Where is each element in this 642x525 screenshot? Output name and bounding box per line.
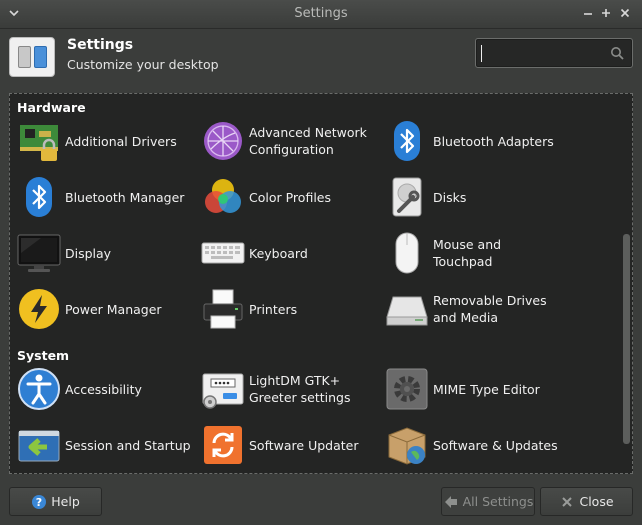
help-button[interactable]: ? Help [9, 487, 102, 516]
page-title: Settings [67, 37, 134, 53]
disk-wrench-icon [392, 177, 422, 217]
gear-icon [386, 368, 428, 410]
help-button-label: Help [51, 494, 80, 509]
svg-text:?: ? [36, 496, 42, 509]
bluetooth-icon [26, 177, 52, 217]
greeter-icon [202, 373, 244, 409]
section-title-system: System [17, 348, 70, 363]
item-label: Power Manager [65, 301, 162, 317]
item-printers[interactable]: Printers [201, 285, 379, 333]
item-display[interactable]: Display [17, 229, 195, 277]
item-label: Mouse and Touchpad [433, 237, 502, 269]
item-advanced-network-configuration[interactable]: Advanced Network Configuration [201, 117, 379, 165]
back-arrow-icon [444, 495, 457, 508]
keyboard-icon [201, 242, 245, 264]
maximize-icon[interactable] [598, 5, 614, 21]
accessibility-icon [18, 368, 60, 410]
item-label: Removable Drives and Media [433, 293, 547, 325]
close-button-label: Close [579, 494, 614, 509]
item-label: LightDM GTK+ Greeter settings [249, 373, 351, 405]
drive-icon [386, 296, 428, 326]
item-label: Software Updater [249, 437, 359, 453]
item-bluetooth-adapters[interactable]: Bluetooth Adapters [385, 117, 563, 165]
close-button[interactable]: Close [540, 487, 633, 516]
item-removable-drives-and-media[interactable]: Removable Drives and Media [385, 285, 563, 333]
item-disks[interactable]: Disks [385, 173, 563, 221]
item-software-updater[interactable]: Software Updater [201, 421, 379, 469]
page-subtitle: Customize your desktop [67, 57, 219, 72]
item-lightdm-gtk-greeter-settings[interactable]: LightDM GTK+ Greeter settings [201, 365, 379, 413]
section-title-hardware: Hardware [17, 100, 86, 115]
item-label: Display [65, 245, 112, 261]
item-keyboard[interactable]: Keyboard [201, 229, 379, 277]
item-label: Additional Drivers [65, 133, 177, 149]
item-label: Keyboard [249, 245, 308, 261]
item-bluetooth-manager[interactable]: Bluetooth Manager [17, 173, 195, 221]
item-label: Printers [249, 301, 298, 317]
chip-lock-icon [20, 125, 58, 161]
package-globe-icon [388, 427, 426, 465]
mouse-icon [395, 232, 419, 274]
search-field[interactable] [475, 38, 633, 68]
item-additional-drivers[interactable]: Additional Drivers [17, 117, 195, 165]
item-label: Session and Startup [65, 437, 191, 453]
item-accessibility[interactable]: Accessibility [17, 365, 195, 413]
printer-icon [203, 289, 243, 329]
item-label: Bluetooth Manager [65, 189, 185, 205]
item-label: MIME Type Editor [433, 381, 540, 397]
network-globe-icon [204, 122, 242, 160]
color-circles-icon [205, 179, 241, 213]
item-color-profiles[interactable]: Color Profiles [201, 173, 379, 221]
item-label: Color Profiles [249, 189, 331, 205]
item-session-and-startup[interactable]: Session and Startup [17, 421, 195, 469]
monitor-icon [17, 234, 61, 272]
vertical-scrollbar[interactable] [623, 234, 630, 444]
item-mouse-and-touchpad[interactable]: Mouse and Touchpad [385, 229, 563, 277]
all-settings-button[interactable]: All Settings [441, 487, 535, 516]
bluetooth-icon [394, 121, 420, 161]
close-window-icon[interactable] [617, 5, 633, 21]
session-arrow-icon [18, 430, 60, 462]
settings-panel: Hardware Additional Drivers Advanced Net… [9, 93, 633, 474]
item-power-manager[interactable]: Power Manager [17, 285, 195, 333]
item-label: Advanced Network Configuration [249, 125, 367, 157]
item-software-and-updates[interactable]: Software & Updates [385, 421, 563, 469]
search-input[interactable] [482, 44, 606, 64]
item-label: Bluetooth Adapters [433, 133, 554, 149]
all-settings-button-label: All Settings [462, 494, 534, 509]
close-icon [562, 496, 573, 507]
item-label: Accessibility [65, 381, 142, 397]
window-title: Settings [294, 6, 348, 21]
help-icon: ? [32, 494, 47, 509]
item-label: Software & Updates [433, 437, 558, 453]
refresh-icon [204, 426, 242, 464]
item-label: Disks [433, 189, 467, 205]
settings-app-icon [9, 37, 55, 77]
window-titlebar: Settings [0, 0, 642, 29]
minimize-icon[interactable] [580, 5, 596, 21]
item-mime-type-editor[interactable]: MIME Type Editor [385, 365, 563, 413]
power-bolt-icon [19, 289, 59, 329]
search-icon[interactable] [610, 46, 624, 60]
